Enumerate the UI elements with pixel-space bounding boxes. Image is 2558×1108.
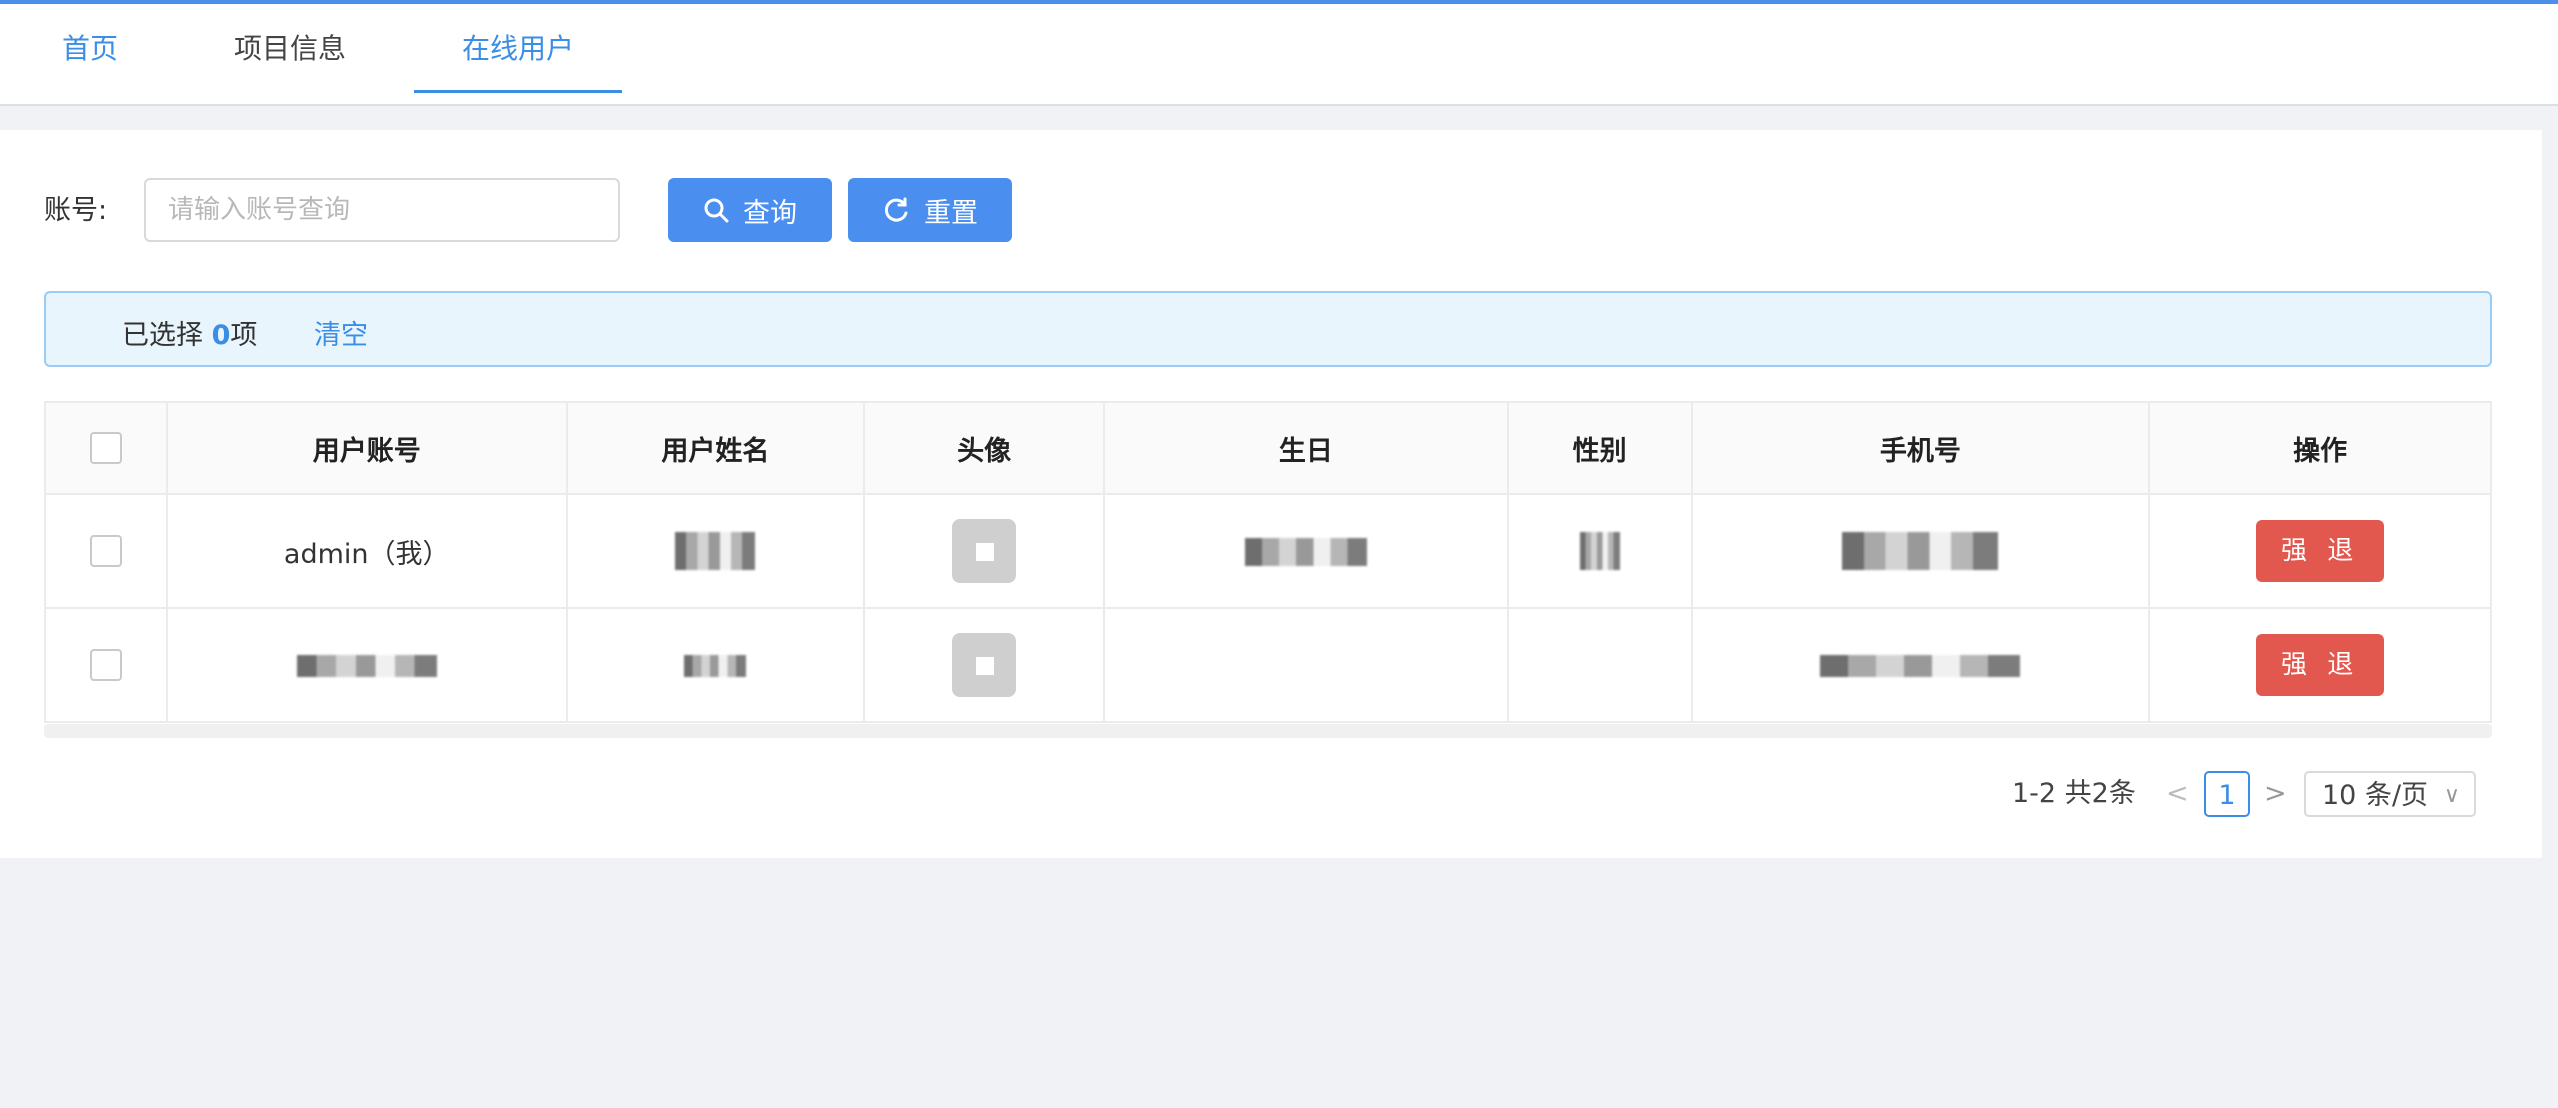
page-size-value: 10 条/页	[2322, 780, 2429, 811]
redacted-name	[684, 655, 747, 677]
avatar-image	[952, 519, 1017, 583]
actions-cell: 强 退	[2148, 607, 2492, 723]
redacted-phone	[1842, 532, 1999, 570]
header-user-account[interactable]: 用户账号	[165, 401, 568, 495]
header-user-name[interactable]: 用户姓名	[565, 401, 866, 495]
selection-suffix: 项	[230, 320, 258, 351]
redacted-phone	[1820, 655, 2021, 677]
tab-project-info[interactable]: 项目信息	[200, 4, 380, 90]
selection-count: 0	[211, 320, 231, 351]
query-button[interactable]: 查询	[668, 178, 832, 242]
table-horizontal-scrollbar[interactable]	[44, 724, 2492, 738]
query-button-label: 查询	[743, 197, 797, 229]
force-logout-button[interactable]: 强 退	[2256, 520, 2385, 582]
table-row: admin（我） 强 退	[44, 493, 2492, 609]
birthday-cell	[1103, 493, 1509, 609]
table-header-row: 用户账号 用户姓名 头像 生日 性别 手机号 操作	[44, 401, 2492, 495]
selection-text: 已选择 0项	[122, 313, 257, 352]
header-birthday[interactable]: 生日	[1103, 401, 1509, 495]
gender-cell	[1506, 493, 1693, 609]
chevron-left-icon[interactable]: <	[2166, 771, 2189, 817]
refresh-icon	[884, 197, 908, 222]
clear-selection-link[interactable]: 清空	[314, 313, 368, 352]
top-tab-bar: 首页 项目信息 在线用户	[0, 0, 2558, 106]
account-search-input[interactable]	[144, 178, 620, 242]
account-label: 账号:	[44, 195, 108, 226]
tab-online-users[interactable]: 在线用户	[414, 4, 622, 93]
reset-button[interactable]: 重置	[848, 178, 1012, 242]
user-account-cell	[165, 607, 568, 723]
select-all-cell	[44, 401, 168, 495]
row-checkbox[interactable]	[89, 649, 122, 682]
row-checkbox[interactable]	[89, 535, 122, 568]
avatar-cell	[863, 493, 1106, 609]
chevron-down-icon: ∨	[2443, 783, 2460, 808]
select-all-checkbox[interactable]	[89, 432, 122, 465]
table-row: 强 退	[44, 607, 2492, 723]
phone-cell	[1690, 607, 2151, 723]
online-users-table: 用户账号 用户姓名 头像 生日 性别 手机号 操作 admin（我） 强 退 强…	[44, 401, 2492, 723]
pagination-total: 1-2 共2条	[2012, 778, 2136, 809]
avatar-image	[952, 633, 1017, 697]
user-name-cell	[565, 493, 866, 609]
tab-home[interactable]: 首页	[30, 4, 150, 90]
redacted-account	[296, 655, 437, 677]
phone-cell	[1690, 493, 2151, 609]
reset-button-label: 重置	[924, 197, 978, 229]
birthday-cell	[1103, 607, 1509, 723]
search-icon	[704, 198, 729, 223]
redacted-birthday	[1244, 538, 1367, 566]
chevron-right-icon[interactable]: >	[2264, 771, 2287, 817]
header-gender[interactable]: 性别	[1506, 401, 1693, 495]
header-actions: 操作	[2148, 401, 2492, 495]
row-select-cell	[44, 607, 168, 723]
header-avatar[interactable]: 头像	[863, 401, 1106, 495]
page-number-button[interactable]: 1	[2204, 771, 2250, 817]
page-size-select[interactable]: 10 条/页 ∨	[2304, 771, 2476, 817]
user-account-cell: admin（我）	[165, 493, 568, 609]
selection-prefix: 已选择	[122, 320, 203, 351]
avatar-cell	[863, 607, 1106, 723]
user-name-cell	[565, 607, 866, 723]
gender-cell	[1506, 607, 1693, 723]
header-phone[interactable]: 手机号	[1690, 401, 2151, 495]
selection-alert: 已选择 0项 清空	[44, 291, 2492, 367]
actions-cell: 强 退	[2148, 493, 2492, 609]
redacted-gender	[1579, 532, 1620, 570]
force-logout-button[interactable]: 强 退	[2256, 634, 2385, 696]
redacted-name	[675, 532, 756, 570]
row-select-cell	[44, 493, 168, 609]
